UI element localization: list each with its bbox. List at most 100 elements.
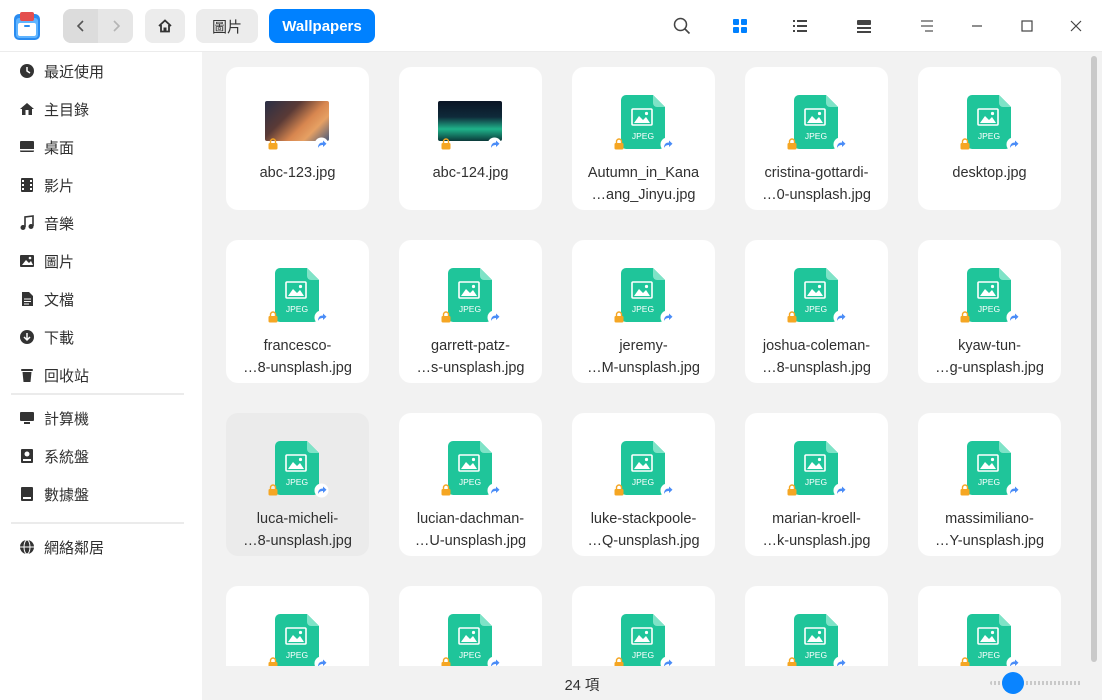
lock-icon bbox=[960, 138, 970, 150]
vertical-scrollbar[interactable] bbox=[1091, 56, 1097, 662]
system-disk-icon bbox=[19, 448, 35, 464]
lock-icon bbox=[787, 138, 797, 150]
detail-panel-button[interactable] bbox=[846, 9, 882, 43]
video-icon bbox=[19, 177, 35, 193]
lock-icon bbox=[441, 657, 451, 666]
file-name-line-2: …8-unsplash.jpg bbox=[762, 360, 871, 376]
file-name-line-2: …U-unsplash.jpg bbox=[414, 533, 527, 549]
forward-button[interactable] bbox=[98, 9, 133, 43]
file-item[interactable]: JPEG desktop.jpg bbox=[918, 67, 1061, 210]
icon-size-slider-thumb[interactable] bbox=[1002, 672, 1024, 694]
file-name-line-1: abc-124.jpg bbox=[432, 165, 509, 181]
sidebar-item-label: 計算機 bbox=[44, 410, 90, 428]
sidebar-item-data-disk[interactable]: 數據盤 bbox=[0, 475, 202, 513]
file-item[interactable]: JPEG luke-stackpoole- …Q-unsplash.jpg bbox=[572, 413, 715, 556]
sidebar-item-network[interactable]: 網絡鄰居 bbox=[0, 528, 202, 566]
file-item[interactable]: JPEG bbox=[399, 586, 542, 666]
file-item[interactable]: JPEG lucian-dachman- …U-unsplash.jpg bbox=[399, 413, 542, 556]
file-name-line-2: …s-unsplash.jpg bbox=[416, 360, 525, 376]
close-button[interactable] bbox=[1058, 9, 1094, 43]
breadcrumb-parent[interactable]: 圖片 bbox=[196, 9, 258, 43]
file-item[interactable]: JPEG Autumn_in_Kana …ang_Jinyu.jpg bbox=[572, 67, 715, 210]
minimize-button[interactable] bbox=[959, 9, 995, 43]
file-item[interactable]: JPEG francesco- …8-unsplash.jpg bbox=[226, 240, 369, 383]
file-item[interactable]: JPEG luca-micheli- …8-unsplash.jpg bbox=[226, 413, 369, 556]
back-button[interactable] bbox=[63, 9, 98, 43]
sidebar-item-label: 數據盤 bbox=[44, 486, 90, 504]
svg-text:JPEG: JPEG bbox=[978, 650, 1000, 660]
search-button[interactable] bbox=[664, 9, 700, 43]
sidebar-item-recent[interactable]: 最近使用 bbox=[0, 52, 202, 90]
document-icon bbox=[19, 291, 35, 307]
sidebar-item-label: 主目錄 bbox=[44, 101, 90, 119]
file-name-line-1: desktop.jpg bbox=[952, 165, 1027, 181]
share-icon bbox=[1006, 656, 1021, 666]
file-item[interactable]: JPEG marian-kroell- …k-unsplash.jpg bbox=[745, 413, 888, 556]
maximize-icon bbox=[1021, 20, 1033, 32]
file-item[interactable]: JPEG bbox=[226, 586, 369, 666]
home-icon bbox=[158, 19, 172, 33]
file-item[interactable]: JPEG massimiliano- …Y-unsplash.jpg bbox=[918, 413, 1061, 556]
breadcrumb-current[interactable]: Wallpapers bbox=[269, 9, 375, 43]
share-icon bbox=[660, 310, 675, 325]
computer-icon bbox=[19, 410, 35, 426]
jpeg-file-icon: JPEG bbox=[794, 441, 838, 495]
sidebar-item-desktop[interactable]: 桌面 bbox=[0, 128, 202, 166]
sidebar-divider bbox=[11, 393, 184, 395]
file-item[interactable]: JPEG cristina-gottardi- …0-unsplash.jpg bbox=[745, 67, 888, 210]
sidebar-item-downloads[interactable]: 下載 bbox=[0, 318, 202, 356]
list-view-button[interactable] bbox=[782, 9, 818, 43]
main-menu-button[interactable] bbox=[909, 9, 945, 43]
svg-text:JPEG: JPEG bbox=[978, 304, 1000, 314]
sidebar-item-pictures[interactable]: 圖片 bbox=[0, 242, 202, 280]
share-icon bbox=[314, 137, 329, 152]
file-item[interactable]: JPEG garrett-patz- …s-unsplash.jpg bbox=[399, 240, 542, 383]
lock-icon bbox=[787, 484, 797, 496]
file-item[interactable]: JPEG bbox=[572, 586, 715, 666]
file-item[interactable]: abc-124.jpg bbox=[399, 67, 542, 210]
file-item[interactable]: JPEG jeremy- …M-unsplash.jpg bbox=[572, 240, 715, 383]
sidebar-item-home[interactable]: 主目錄 bbox=[0, 90, 202, 128]
sidebar-item-videos[interactable]: 影片 bbox=[0, 166, 202, 204]
lock-icon bbox=[960, 484, 970, 496]
sidebar-item-documents[interactable]: 文檔 bbox=[0, 280, 202, 318]
file-name-line-2: …Y-unsplash.jpg bbox=[934, 533, 1045, 549]
file-name-line-1: abc-123.jpg bbox=[259, 165, 336, 181]
file-item[interactable]: JPEG bbox=[918, 586, 1061, 666]
close-icon bbox=[1070, 20, 1082, 32]
file-item[interactable]: abc-123.jpg bbox=[226, 67, 369, 210]
sidebar-item-label: 桌面 bbox=[44, 139, 75, 157]
sidebar-item-trash[interactable]: 回收站 bbox=[0, 356, 202, 394]
lock-icon bbox=[787, 657, 797, 666]
minimize-icon bbox=[972, 25, 982, 27]
svg-text:JPEG: JPEG bbox=[978, 131, 1000, 141]
file-item[interactable]: JPEG joshua-coleman- …8-unsplash.jpg bbox=[745, 240, 888, 383]
share-icon bbox=[660, 137, 675, 152]
share-icon bbox=[833, 483, 848, 498]
file-name-line-2: …ang_Jinyu.jpg bbox=[591, 187, 696, 203]
svg-text:JPEG: JPEG bbox=[286, 477, 308, 487]
desktop-icon bbox=[19, 139, 35, 155]
history-navigation bbox=[63, 9, 133, 43]
chevron-left-icon bbox=[76, 20, 84, 32]
jpeg-file-icon: JPEG bbox=[794, 95, 838, 149]
share-icon bbox=[314, 310, 329, 325]
sidebar-item-music[interactable]: 音樂 bbox=[0, 204, 202, 242]
svg-text:JPEG: JPEG bbox=[805, 477, 827, 487]
grid-view-icon bbox=[733, 19, 747, 33]
maximize-button[interactable] bbox=[1009, 9, 1045, 43]
file-item[interactable]: JPEG kyaw-tun- …g-unsplash.jpg bbox=[918, 240, 1061, 383]
lock-icon bbox=[268, 484, 278, 496]
sidebar-item-computer[interactable]: 計算機 bbox=[0, 399, 202, 437]
lock-icon bbox=[787, 311, 797, 323]
svg-text:JPEG: JPEG bbox=[805, 650, 827, 660]
file-name-line-1: cristina-gottardi- bbox=[764, 165, 869, 181]
image-thumbnail bbox=[438, 101, 502, 141]
sidebar-item-system-disk[interactable]: 系統盤 bbox=[0, 437, 202, 475]
jpeg-file-icon: JPEG bbox=[621, 614, 665, 666]
file-item[interactable]: JPEG bbox=[745, 586, 888, 666]
home-button[interactable] bbox=[145, 9, 185, 43]
icon-view-button[interactable] bbox=[722, 9, 758, 43]
home-icon bbox=[19, 101, 35, 117]
svg-text:JPEG: JPEG bbox=[459, 650, 481, 660]
